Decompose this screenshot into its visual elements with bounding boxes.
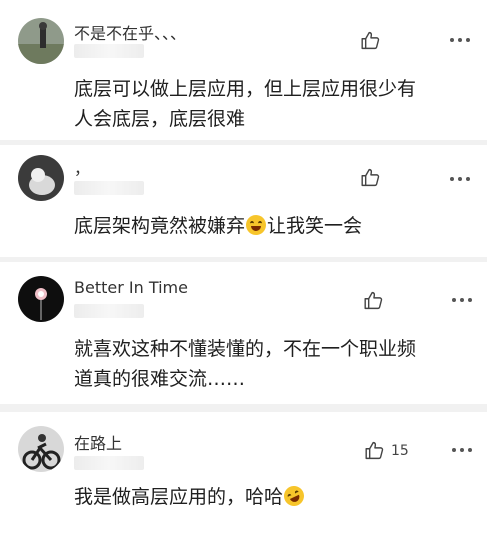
comment-text: 底层架构竟然被嫌弃 让我笑一会 bbox=[74, 211, 362, 241]
comment-item: 在路上 15 我是做高层应用的，哈哈 bbox=[0, 412, 487, 541]
avatar[interactable] bbox=[18, 18, 64, 64]
like-button[interactable] bbox=[360, 30, 387, 51]
laughing-tears-emoji bbox=[246, 215, 267, 235]
comment-item: ， 底层架构竟然被嫌弃 让我笑一会 bbox=[0, 145, 487, 257]
comment-item: 不是不在乎、、、 底层可以做上层应用，但上层应用很少有 人会底层，底层很难 bbox=[0, 0, 487, 140]
more-options-button[interactable] bbox=[450, 177, 474, 183]
username[interactable]: ， bbox=[74, 155, 90, 179]
rolling-laughing-emoji bbox=[280, 482, 308, 510]
like-button[interactable]: 15 bbox=[364, 440, 409, 461]
thumbs-up-icon bbox=[364, 291, 383, 310]
thumbs-up-icon bbox=[365, 441, 384, 460]
like-count: 15 bbox=[391, 442, 409, 459]
more-options-button[interactable] bbox=[452, 448, 476, 454]
comment-text-part: 底层架构竟然被嫌弃 bbox=[74, 215, 246, 237]
comment-item: Better In Time 就喜欢这种不懂装懂的，不在一个职业频 道真的很难交… bbox=[0, 262, 487, 404]
comment-meta bbox=[74, 304, 144, 318]
avatar[interactable] bbox=[18, 276, 64, 322]
thumbs-up-icon bbox=[361, 168, 380, 187]
comment-text-part: 让我笑一会 bbox=[267, 215, 363, 237]
comment-text-part: 我是做高层应用的，哈哈 bbox=[74, 486, 284, 508]
comment-meta bbox=[74, 44, 144, 58]
comment-text: 就喜欢这种不懂装懂的，不在一个职业频 道真的很难交流…… bbox=[74, 334, 416, 394]
more-options-button[interactable] bbox=[452, 298, 476, 304]
username[interactable]: Better In Time bbox=[74, 278, 188, 297]
like-button[interactable] bbox=[363, 290, 390, 311]
avatar[interactable] bbox=[18, 426, 64, 472]
comment-meta bbox=[74, 181, 144, 195]
avatar[interactable] bbox=[18, 155, 64, 201]
comment-line: 底层可以做上层应用，但上层应用很少有 bbox=[74, 78, 417, 100]
more-options-button[interactable] bbox=[450, 38, 474, 44]
comment-meta bbox=[74, 456, 144, 470]
comment-text: 我是做高层应用的，哈哈 bbox=[74, 482, 308, 512]
username[interactable]: 在路上 bbox=[74, 430, 122, 454]
comment-line: 人会底层，底层很难 bbox=[74, 108, 246, 130]
comment-text: 底层可以做上层应用，但上层应用很少有 人会底层，底层很难 bbox=[74, 74, 416, 134]
username[interactable]: 不是不在乎、、、 bbox=[74, 20, 186, 44]
comment-line: 就喜欢这种不懂装懂的，不在一个职业频 bbox=[74, 338, 417, 360]
like-button[interactable] bbox=[360, 167, 387, 188]
thumbs-up-icon bbox=[361, 31, 380, 50]
comment-line: 道真的很难交流…… bbox=[74, 368, 246, 390]
